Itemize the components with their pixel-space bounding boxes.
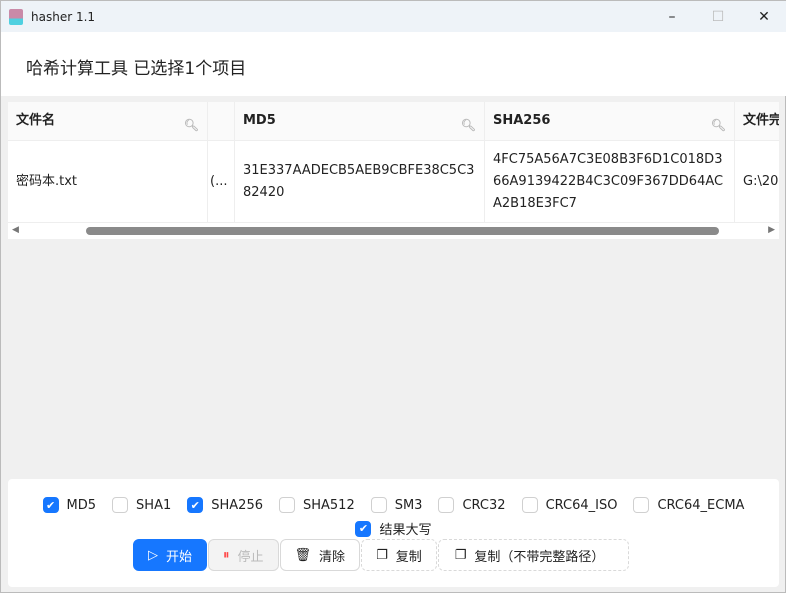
- algorithm-checkbox-md5[interactable]: ✔ MD5: [42, 497, 97, 513]
- header: 哈希计算工具 已选择1个项目: [1, 32, 786, 96]
- scroll-left-icon[interactable]: ◀: [12, 225, 19, 235]
- column-label: SHA256: [493, 113, 551, 128]
- algorithm-options: ✔ MD5 SHA1 ✔ SHA256 SHA512 SM3 CRC32 CRC64_ISO CR…: [8, 497, 779, 513]
- column-label: 文件完整路径: [743, 113, 779, 128]
- cell-filename: 密码本.txt: [8, 141, 208, 222]
- column-header-sha256[interactable]: SHA256 🔍︎: [485, 102, 735, 140]
- cell-extra: (...: [208, 141, 235, 222]
- checkbox-icon: [438, 497, 455, 513]
- stop-button[interactable]: ⏸ 停止: [208, 539, 279, 571]
- checkbox-label: MD5: [66, 497, 97, 513]
- column-label: MD5: [243, 113, 276, 128]
- button-label: 清除: [319, 549, 346, 565]
- checkbox-icon: [633, 497, 650, 513]
- column-label: 文件名: [16, 113, 56, 128]
- cell-sha256: 4FC75A56A7C3E08B3F6D1C018D366A9139422B4C…: [485, 141, 735, 222]
- algorithm-checkbox-crc64_iso[interactable]: CRC64_ISO: [521, 497, 618, 513]
- algorithm-checkbox-crc64_ecma[interactable]: CRC64_ECMA: [633, 497, 744, 513]
- minimize-button[interactable]: –: [649, 1, 695, 32]
- column-header-md5[interactable]: MD5 🔍︎: [235, 102, 485, 140]
- maximize-button[interactable]: ☐: [695, 1, 741, 32]
- pause-circle-icon: ⏸: [223, 547, 230, 563]
- checkbox-label: SM3: [394, 497, 423, 513]
- column-header-filename[interactable]: 文件名 🔍︎: [8, 102, 208, 140]
- button-label: 复制: [395, 549, 422, 565]
- cell-md5: 31E337AADECB5AEB9CBFE38C5C382420: [235, 141, 485, 222]
- title-bar: hasher 1.1 – ☐ ✕: [1, 1, 786, 32]
- copy-button[interactable]: ❐ 复制: [361, 539, 437, 571]
- checkbox-icon: [112, 497, 129, 513]
- check-icon: ✔: [355, 520, 372, 537]
- copy-no-path-button[interactable]: ❐ 复制（不带完整路径）: [437, 539, 630, 571]
- checkbox-icon: [278, 497, 295, 513]
- checkbox-label: CRC64_ECMA: [657, 497, 745, 513]
- search-icon[interactable]: 🔍︎: [461, 114, 476, 136]
- checkbox-label: CRC32: [462, 497, 506, 513]
- algorithm-checkbox-sha1[interactable]: SHA1: [112, 497, 171, 513]
- clear-button[interactable]: 🗑︎ 清除: [279, 539, 361, 571]
- checkbox-icon: [521, 497, 538, 513]
- copy-icon: ❐: [454, 547, 467, 563]
- checkbox-label: SHA512: [302, 497, 355, 513]
- checkbox-icon: ✔: [42, 497, 59, 513]
- column-header-extra: [208, 102, 235, 140]
- copy-icon: ❐: [376, 547, 388, 563]
- table-row[interactable]: 密码本.txt (... 31E337AADECB5AEB9CBFE38C5C3…: [8, 141, 779, 223]
- checkbox-label: 结果大写: [379, 523, 432, 538]
- button-label: 开始: [166, 549, 193, 565]
- app-icon: [9, 8, 23, 25]
- search-icon[interactable]: 🔍︎: [711, 114, 726, 136]
- cell-path: G:\202: [743, 173, 779, 189]
- checkbox-label: CRC64_ISO: [545, 497, 618, 513]
- hash-table: 文件名 🔍︎ MD5 🔍︎ SHA256 🔍︎ 文件完整路径 密码本.txt (...…: [8, 102, 779, 239]
- checkbox-icon: [370, 497, 387, 513]
- search-icon[interactable]: 🔍︎: [184, 114, 199, 136]
- button-label: 复制（不带完整路径）: [474, 549, 605, 565]
- algorithm-checkbox-sha512[interactable]: SHA512: [278, 497, 355, 513]
- checkbox-label: SHA1: [136, 497, 172, 513]
- algorithm-checkbox-sha256[interactable]: ✔ SHA256: [187, 497, 263, 513]
- window-title: hasher 1.1: [31, 9, 96, 24]
- horizontal-scrollbar[interactable]: ◀ ▶: [8, 223, 779, 239]
- algorithm-checkbox-crc32[interactable]: CRC32: [438, 497, 506, 513]
- column-header-path[interactable]: 文件完整路径: [735, 102, 779, 140]
- scroll-right-icon[interactable]: ▶: [768, 225, 775, 235]
- algorithm-checkbox-sm3[interactable]: SM3: [370, 497, 423, 513]
- close-button[interactable]: ✕: [741, 1, 786, 32]
- start-button[interactable]: ▷ 开始: [133, 539, 208, 571]
- trash-icon: 🗑︎: [294, 547, 312, 563]
- checkbox-icon: ✔: [187, 497, 204, 513]
- page-title: 哈希计算工具 已选择1个项目: [26, 59, 247, 79]
- table-header: 文件名 🔍︎ MD5 🔍︎ SHA256 🔍︎ 文件完整路径: [8, 102, 779, 141]
- scrollbar-thumb[interactable]: [86, 227, 719, 235]
- play-circle-icon: ▷: [148, 547, 158, 563]
- uppercase-checkbox[interactable]: ✔ 结果大写: [355, 519, 432, 538]
- button-label: 停止: [237, 549, 264, 565]
- control-panel: ✔ MD5 SHA1 ✔ SHA256 SHA512 SM3 CRC32 CRC64_ISO CR…: [8, 479, 779, 587]
- checkbox-label: SHA256: [211, 497, 263, 513]
